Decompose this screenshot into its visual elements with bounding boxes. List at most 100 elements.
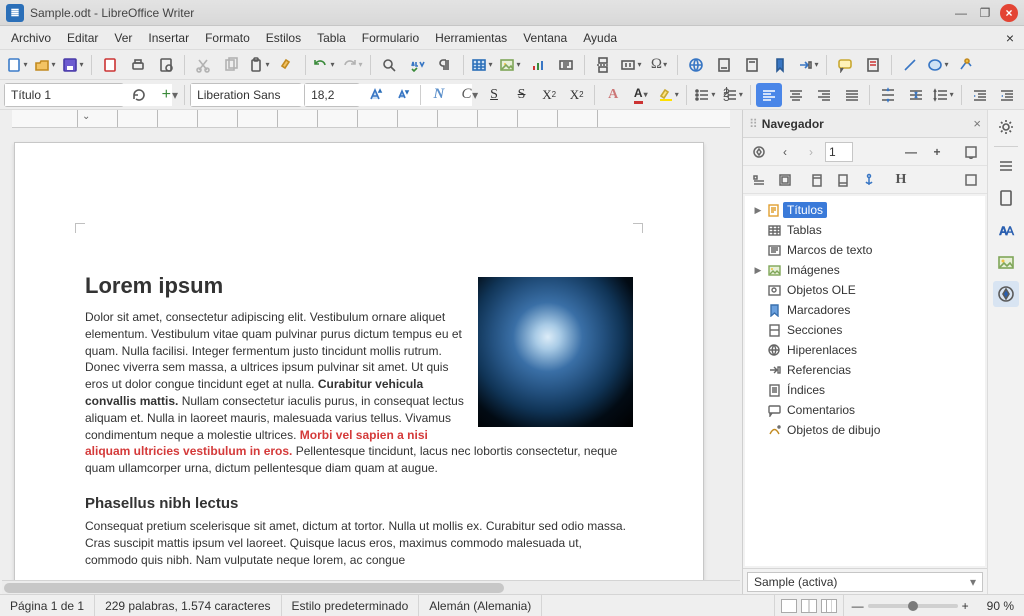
underline-button[interactable]: S [481, 83, 507, 107]
update-style-button[interactable] [126, 83, 152, 107]
insert-field-button[interactable] [618, 53, 644, 77]
clone-formatting-button[interactable] [274, 53, 300, 77]
menu-formulario[interactable]: Formulario [355, 28, 426, 48]
line-spacing-button[interactable] [930, 83, 956, 107]
increase-indent-button[interactable] [967, 83, 993, 107]
spellcheck-button[interactable] [404, 53, 430, 77]
shrink-font-button[interactable] [390, 83, 416, 107]
sidebar-properties-icon[interactable] [993, 153, 1019, 179]
font-name-combo[interactable]: ▾ [190, 83, 302, 107]
font-size-combo[interactable]: ▾ [304, 83, 360, 107]
tree-item-indices[interactable]: Índices [747, 380, 983, 400]
tree-item-marcos[interactable]: Marcos de texto [747, 240, 983, 260]
italic-button[interactable]: C [454, 83, 480, 107]
strikethrough-button[interactable]: S [509, 83, 535, 107]
highlight-color-button[interactable] [656, 83, 682, 107]
grow-font-button[interactable] [362, 83, 388, 107]
zoom-slider[interactable]: — + [844, 599, 977, 613]
insert-comment-button[interactable] [832, 53, 858, 77]
open-button[interactable] [32, 53, 58, 77]
insert-textbox-button[interactable] [553, 53, 579, 77]
nav-heading-levels-button[interactable]: H [889, 169, 913, 191]
show-draw-functions-button[interactable] [953, 53, 979, 77]
tree-item-marcadores[interactable]: Marcadores [747, 300, 983, 320]
insert-hyperlink-button[interactable] [683, 53, 709, 77]
print-button[interactable] [125, 53, 151, 77]
bold-button[interactable]: N [426, 83, 452, 107]
export-pdf-button[interactable] [97, 53, 123, 77]
decrease-indent-button[interactable] [994, 83, 1020, 107]
decrease-spacing-button[interactable] [903, 83, 929, 107]
nav-toggle-master-button[interactable] [773, 169, 797, 191]
insert-endnote-button[interactable] [739, 53, 765, 77]
tree-item-secciones[interactable]: Secciones [747, 320, 983, 340]
menu-ayuda[interactable]: Ayuda [576, 28, 624, 48]
font-color-button[interactable]: A [628, 83, 654, 107]
tree-item-dibujo[interactable]: Objetos de dibujo [747, 420, 983, 440]
nav-anchor-button[interactable] [857, 169, 881, 191]
navigator-close-button[interactable]: × [973, 116, 981, 131]
formatting-marks-button[interactable] [432, 53, 458, 77]
nav-navigation-button[interactable] [747, 141, 771, 163]
insert-footnote-button[interactable] [711, 53, 737, 77]
tree-item-imagenes[interactable]: ▶Imágenes [747, 260, 983, 280]
cut-button[interactable] [190, 53, 216, 77]
insert-image-button[interactable] [497, 53, 523, 77]
heading-2[interactable]: Phasellus nibh lectus [85, 495, 633, 512]
menu-archivo[interactable]: Archivo [4, 28, 58, 48]
menu-tabla[interactable]: Tabla [310, 28, 353, 48]
menu-editar[interactable]: Editar [60, 28, 105, 48]
maximize-button[interactable]: ❐ [976, 4, 994, 22]
increase-spacing-button[interactable] [875, 83, 901, 107]
menu-formato[interactable]: Formato [198, 28, 257, 48]
insert-chart-button[interactable] [525, 53, 551, 77]
sidebar-styles-icon[interactable]: AA [993, 217, 1019, 243]
tree-item-comentarios[interactable]: Comentarios [747, 400, 983, 420]
page[interactable]: Lorem ipsum Dolor sit amet, consectetur … [14, 142, 704, 580]
clear-formatting-button[interactable]: A [600, 83, 626, 107]
sidebar-settings-icon[interactable] [993, 114, 1019, 140]
horizontal-ruler[interactable]: ⌄ [12, 110, 730, 128]
align-justify-button[interactable] [839, 83, 865, 107]
tree-item-hiperenlaces[interactable]: Hiperenlaces [747, 340, 983, 360]
navigator-document-selector[interactable]: Sample (activa)▾ [747, 572, 983, 592]
view-book-button[interactable] [821, 599, 837, 613]
sidebar-gallery-icon[interactable] [993, 249, 1019, 275]
undo-button[interactable] [311, 53, 337, 77]
view-multi-page-button[interactable] [801, 599, 817, 613]
copy-button[interactable] [218, 53, 244, 77]
menu-ver[interactable]: Ver [107, 28, 139, 48]
numbered-list-button[interactable]: 123 [720, 83, 746, 107]
status-wordcount[interactable]: 229 palabras, 1.574 caracteres [95, 595, 281, 616]
navigator-tree[interactable]: ▶Títulos Tablas Marcos de texto ▶Imágene… [745, 196, 985, 566]
view-single-page-button[interactable] [781, 599, 797, 613]
nav-header-button[interactable] [805, 169, 829, 191]
paste-button[interactable] [246, 53, 272, 77]
status-style[interactable]: Estilo predeterminado [282, 595, 420, 616]
menu-ventana[interactable]: Ventana [516, 28, 574, 48]
status-language[interactable]: Alemán (Alemania) [419, 595, 542, 616]
basic-shapes-button[interactable] [925, 53, 951, 77]
print-preview-button[interactable] [153, 53, 179, 77]
zoom-out-button[interactable]: — [852, 599, 864, 613]
align-right-button[interactable] [811, 83, 837, 107]
save-button[interactable] [60, 53, 86, 77]
document-viewport[interactable]: Lorem ipsum Dolor sit amet, consectetur … [0, 128, 742, 580]
find-replace-button[interactable] [376, 53, 402, 77]
tree-item-titulos[interactable]: ▶Títulos [747, 200, 983, 220]
new-button[interactable] [4, 53, 30, 77]
paragraph-style-combo[interactable]: ▾ [4, 83, 124, 107]
nav-promote-button[interactable]: — [899, 141, 923, 163]
tree-item-referencias[interactable]: Referencias [747, 360, 983, 380]
nav-listbox-button[interactable] [959, 169, 983, 191]
new-style-button[interactable]: + [154, 83, 180, 107]
align-left-button[interactable] [756, 83, 782, 107]
subscript-button[interactable]: X2 [564, 83, 590, 107]
nav-next-button[interactable]: › [799, 141, 823, 163]
menu-herramientas[interactable]: Herramientas [428, 28, 514, 48]
paragraph-2[interactable]: Consequat pretium scelerisque sit amet, … [85, 518, 633, 568]
status-page[interactable]: Página 1 de 1 [0, 595, 95, 616]
insert-cross-reference-button[interactable] [795, 53, 821, 77]
sidebar-navigator-icon[interactable] [993, 281, 1019, 307]
bullet-list-button[interactable] [692, 83, 718, 107]
